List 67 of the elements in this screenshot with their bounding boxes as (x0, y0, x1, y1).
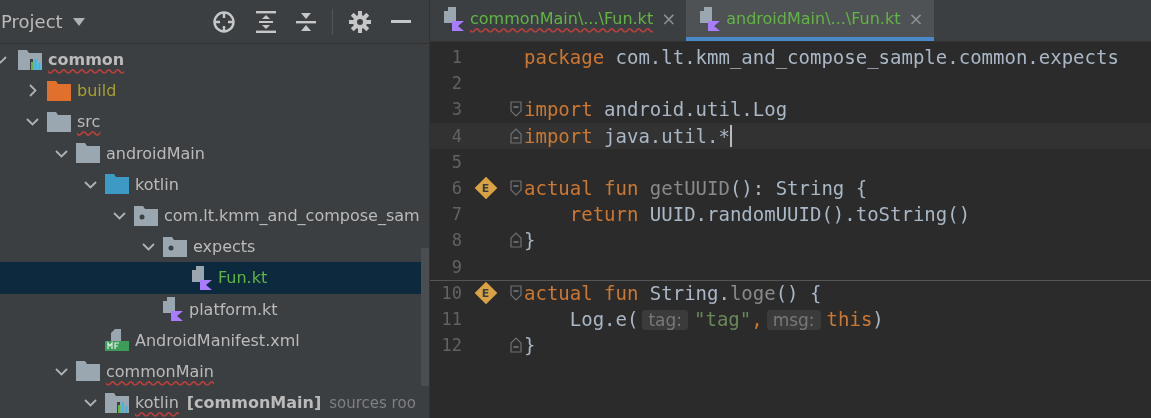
line-number: 7 (450, 204, 462, 225)
fold-end-icon[interactable] (510, 337, 522, 354)
code-line: package com.lt.kmm_and_compose_sample.common.expects (524, 46, 1119, 69)
fold-end-icon[interactable] (510, 127, 522, 144)
tree-item[interactable]: platform.kt (189, 299, 278, 319)
code-line: actual fun String.loge() { (524, 282, 822, 305)
minimize-icon[interactable] (391, 19, 411, 24)
editor-tab[interactable]: androidMain\...\Fun.kt × (686, 0, 934, 41)
folder-icon (47, 80, 71, 101)
settings-icon[interactable] (349, 10, 371, 33)
code-line: Log.e( tag: "tag", msg: this) (568, 307, 884, 330)
module-folder-icon (105, 392, 129, 413)
line-number: 1 (450, 47, 462, 68)
tree-item[interactable]: common (48, 50, 125, 70)
text-caret (729, 124, 732, 147)
tree-item[interactable]: com.lt.kmm_and_compose_sam (164, 206, 420, 226)
package-icon (163, 236, 187, 257)
kotlin-file-icon (192, 265, 212, 290)
expect-marker-icon[interactable]: E (474, 281, 498, 305)
module-folder-icon (18, 49, 42, 70)
fold-start-icon[interactable] (510, 285, 522, 302)
fold-start-icon[interactable] (510, 180, 522, 197)
code-line: } (524, 229, 536, 252)
code-line: import android.util.Log (524, 98, 788, 121)
line-number: 5 (450, 151, 462, 172)
folder-icon (47, 111, 71, 132)
line-number: 10 (440, 283, 462, 304)
code-line: actual fun getUUID(): String { (524, 177, 868, 200)
tree-item[interactable]: kotlin (135, 174, 179, 194)
folder-icon (76, 361, 100, 382)
folder-icon (76, 143, 100, 164)
dropdown-icon[interactable] (72, 17, 85, 26)
scrollbar-thumb[interactable] (421, 248, 429, 386)
kotlin-file-icon (444, 6, 464, 31)
tree-item-suffix: [commonMain] (186, 393, 322, 413)
tree-item[interactable]: commonMain (106, 361, 214, 381)
code-line: } (524, 334, 536, 357)
tree-item[interactable]: expects (193, 237, 256, 257)
kotlin-file-icon (163, 297, 183, 322)
package-icon (134, 205, 158, 226)
panel-title[interactable]: Project (1, 11, 63, 32)
tree-item[interactable]: kotlin (135, 393, 179, 413)
tree-item[interactable]: build (77, 81, 117, 101)
code-line: import java.util.* (524, 124, 730, 147)
line-number: 2 (450, 73, 462, 94)
crosshair-icon[interactable] (212, 9, 236, 34)
code-line: return UUID.randomUUID().toString() (568, 203, 971, 226)
line-number: 3 (450, 99, 462, 120)
tree-item[interactable]: androidMain (106, 143, 205, 163)
tree-item[interactable]: AndroidManifest.xml (135, 330, 300, 350)
expect-marker-icon[interactable]: E (474, 176, 498, 200)
collapse-all-icon[interactable] (296, 10, 316, 33)
manifest-file-icon (105, 329, 129, 352)
line-number: 11 (440, 308, 462, 329)
folder-icon (105, 174, 129, 195)
line-number: 6 (450, 178, 462, 199)
line-number: 9 (450, 256, 462, 277)
tree-item[interactable]: Fun.kt (218, 268, 268, 288)
fold-start-icon[interactable] (510, 101, 522, 118)
line-number: 8 (450, 230, 462, 251)
kotlin-file-icon (700, 6, 721, 31)
line-number: 12 (440, 335, 462, 356)
tree-item[interactable]: src (77, 112, 101, 132)
expand-all-icon[interactable] (256, 10, 276, 33)
tree-item-hint: sources roo (329, 393, 416, 412)
editor-tab[interactable]: commonMain\...\Fun.kt × (430, 0, 687, 41)
fold-end-icon[interactable] (510, 232, 522, 249)
